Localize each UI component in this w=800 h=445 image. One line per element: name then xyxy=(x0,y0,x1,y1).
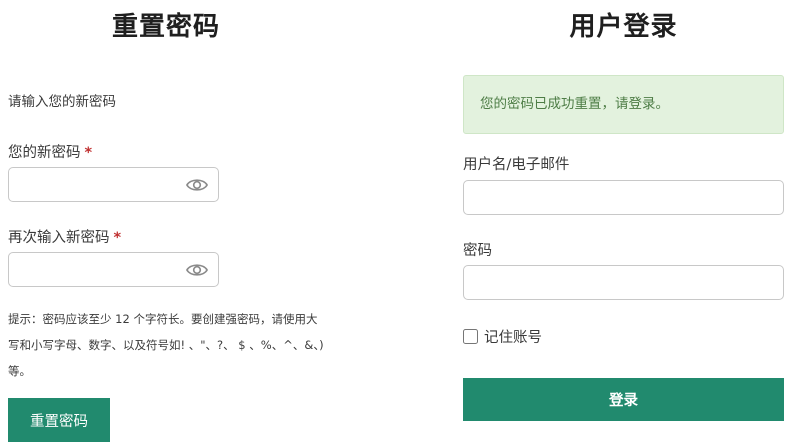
new-password-label: 您的新密码 * xyxy=(8,141,92,162)
confirm-password-label: 再次输入新密码 * xyxy=(8,226,121,247)
confirm-password-label-text: 再次输入新密码 xyxy=(8,230,110,246)
remember-me[interactable]: 记住账号 xyxy=(463,326,542,347)
new-password-label-text: 您的新密码 xyxy=(8,145,81,161)
login-title: 用户登录 xyxy=(569,12,678,42)
success-notice: 您的密码已成功重置，请登录。 xyxy=(463,75,784,134)
confirm-password-input[interactable] xyxy=(9,253,179,286)
required-mark: * xyxy=(113,230,122,246)
required-mark: * xyxy=(84,145,93,161)
username-label: 用户名/电子邮件 xyxy=(463,157,570,173)
eye-icon[interactable] xyxy=(186,176,208,194)
reset-password-title: 重置密码 xyxy=(111,12,220,42)
remember-label: 记住账号 xyxy=(484,330,542,346)
reset-password-button[interactable]: 重置密码 xyxy=(8,398,110,442)
username-input[interactable] xyxy=(463,180,784,215)
password-hint: 提示：密码应该至少 12 个字符长。要创建强密码，请使用大写和小写字母、数字、以… xyxy=(8,312,324,378)
remember-checkbox[interactable] xyxy=(463,329,478,344)
password-input[interactable] xyxy=(463,265,784,300)
confirm-password-field xyxy=(8,252,219,287)
password-label: 密码 xyxy=(463,243,492,259)
login-button[interactable]: 登录 xyxy=(463,378,784,421)
new-password-input[interactable] xyxy=(9,168,179,201)
new-password-field xyxy=(8,167,219,202)
reset-intro-text: 请输入您的新密码 xyxy=(8,94,116,110)
eye-icon[interactable] xyxy=(186,261,208,279)
